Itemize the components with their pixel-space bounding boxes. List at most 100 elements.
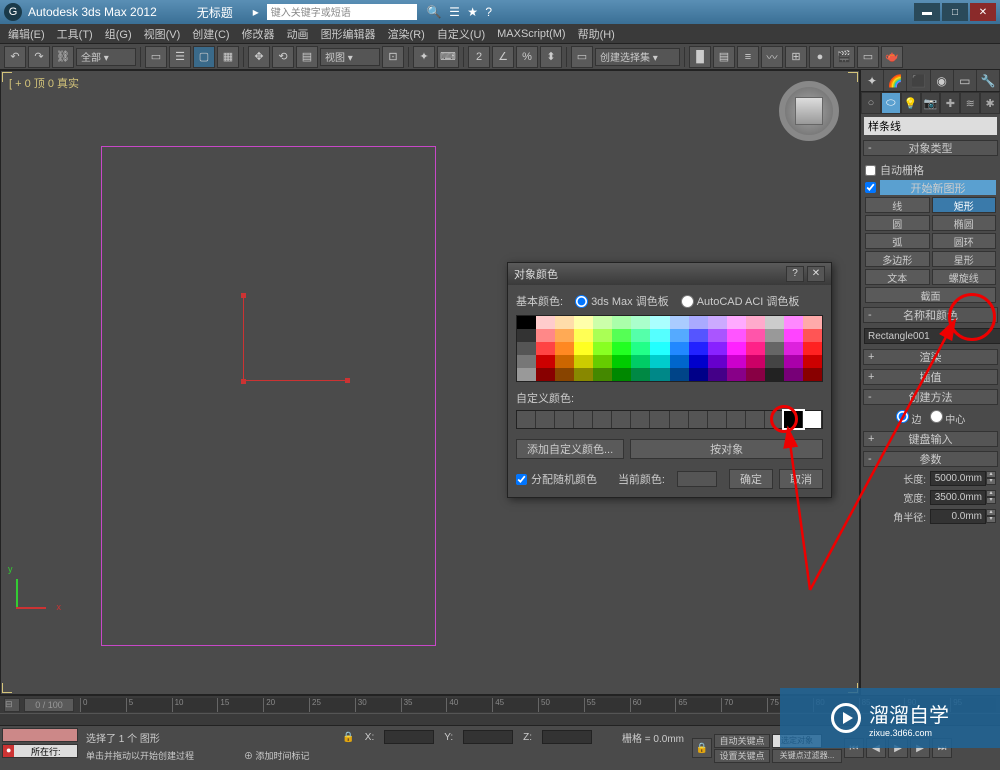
palette-swatch[interactable] [708,342,727,355]
palette-swatch[interactable] [784,368,803,381]
palette-swatch[interactable] [555,316,574,329]
btn-helix[interactable]: 螺旋线 [932,269,997,285]
palette-swatch[interactable] [574,368,593,381]
dialog-help-button[interactable]: ? [786,266,804,282]
select-name-button[interactable]: ☰ [169,46,191,68]
palette-swatch[interactable] [689,316,708,329]
palette-swatch[interactable] [746,342,765,355]
cat-systems-icon[interactable]: ✱ [980,92,1000,114]
tab-hierarchy-icon[interactable]: ⬛ [907,70,930,91]
object-name-input[interactable] [864,328,1000,344]
move-button[interactable]: ✥ [248,46,270,68]
custom-swatch[interactable] [765,411,784,428]
manipulate-button[interactable]: ✦ [413,46,435,68]
redo-button[interactable]: ↷ [28,46,50,68]
tab-create-icon[interactable]: ✦ [861,70,884,91]
assign-random-checkbox[interactable]: 分配随机颜色 [516,471,597,487]
help-icon[interactable]: ? [485,5,492,19]
cat-cameras-icon[interactable]: 📷 [921,92,941,114]
tab-display-icon[interactable]: ▭ [954,70,977,91]
palette-swatch[interactable] [593,368,612,381]
palette-swatch[interactable] [746,368,765,381]
palette-swatch[interactable] [765,368,784,381]
spinner-up[interactable]: ▴ [986,471,996,478]
mirror-button[interactable]: ▐▌ [689,46,711,68]
palette-swatch[interactable] [650,329,669,342]
width-input[interactable] [930,490,986,505]
btn-donut[interactable]: 圆环 [932,233,997,249]
tab-utilities-icon[interactable]: 🔧 [977,70,1000,91]
palette-swatch[interactable] [517,355,536,368]
rotate-button[interactable]: ⟲ [272,46,294,68]
btn-text[interactable]: 文本 [865,269,930,285]
palette-swatch[interactable] [517,316,536,329]
startnew-button[interactable]: 开始新图形 [880,180,996,195]
viewcube[interactable] [779,81,839,141]
palette-swatch[interactable] [631,316,650,329]
palette-swatch[interactable] [708,329,727,342]
menu-group[interactable]: 组(G) [105,26,132,42]
window-crossing-button[interactable]: ▦ [217,46,239,68]
palette-swatch[interactable] [784,342,803,355]
palette-swatch[interactable] [517,329,536,342]
palette-swatch[interactable] [593,342,612,355]
tab-motion-icon[interactable]: ◉ [931,70,954,91]
autokey-button[interactable]: 自动关键点 [714,734,770,748]
cat-spacewarps-icon[interactable]: ≋ [960,92,980,114]
cat-helpers-icon[interactable]: ✚ [940,92,960,114]
palette-swatch[interactable] [746,329,765,342]
palette-swatch[interactable] [727,316,746,329]
custom-swatch[interactable] [555,411,574,428]
palette-swatch[interactable] [727,355,746,368]
palette-swatch[interactable] [746,316,765,329]
dialog-titlebar[interactable]: 对象颜色 ? ✕ [508,263,831,285]
custom-swatch[interactable] [517,411,536,428]
menu-animation[interactable]: 动画 [287,26,309,42]
minilistener[interactable]: ●所在行: [2,744,78,758]
radio-3dsmax-palette[interactable]: 3ds Max 调色板 [575,293,669,309]
custom-swatch[interactable] [727,411,746,428]
custom-swatch[interactable] [612,411,631,428]
palette-swatch[interactable] [650,316,669,329]
palette-swatch[interactable] [574,355,593,368]
subcategory-dropdown[interactable]: 样条线 [864,117,997,135]
rollout-keyboard-entry[interactable]: +键盘输入 [863,431,998,447]
timeline-toggle-icon[interactable]: ⊟ [4,698,20,712]
select-button[interactable]: ▭ [145,46,167,68]
autogrid-checkbox[interactable] [865,165,876,176]
palette-swatch[interactable] [517,342,536,355]
menu-maxscript[interactable]: MAXScript(M) [497,28,565,40]
btn-star[interactable]: 星形 [932,251,997,267]
palette-swatch[interactable] [650,355,669,368]
cat-lights-icon[interactable]: 💡 [901,92,921,114]
spinner-snap-button[interactable]: ⬍ [540,46,562,68]
palette-swatch[interactable] [612,316,631,329]
curve-editor-button[interactable]: 〰 [761,46,783,68]
palette-swatch[interactable] [803,355,822,368]
menu-tools[interactable]: 工具(T) [57,26,93,42]
rollout-parameters[interactable]: -参数 [863,451,998,467]
palette-swatch[interactable] [765,329,784,342]
palette-swatch[interactable] [784,329,803,342]
btn-ellipse[interactable]: 椭圆 [932,215,997,231]
scale-button[interactable]: ▤ [296,46,318,68]
menu-edit[interactable]: 编辑(E) [8,26,45,42]
palette-swatch[interactable] [555,329,574,342]
align-button[interactable]: ▤ [713,46,735,68]
add-custom-color-button[interactable]: 添加自定义颜色... [516,439,624,459]
palette-swatch[interactable] [689,368,708,381]
ok-button[interactable]: 确定 [729,469,773,489]
palette-swatch[interactable] [612,329,631,342]
palette-swatch[interactable] [746,355,765,368]
palette-swatch[interactable] [555,368,574,381]
custom-swatch[interactable] [670,411,689,428]
palette-swatch[interactable] [650,368,669,381]
spinner-down[interactable]: ▾ [986,478,996,485]
render-button[interactable]: 🫖 [881,46,903,68]
palette-swatch[interactable] [803,316,822,329]
palette-swatch[interactable] [536,316,555,329]
snap-percent-button[interactable]: % [516,46,538,68]
snap-2d-button[interactable]: 2 [468,46,490,68]
pivot-button[interactable]: ⊡ [382,46,404,68]
palette-swatch[interactable] [727,329,746,342]
